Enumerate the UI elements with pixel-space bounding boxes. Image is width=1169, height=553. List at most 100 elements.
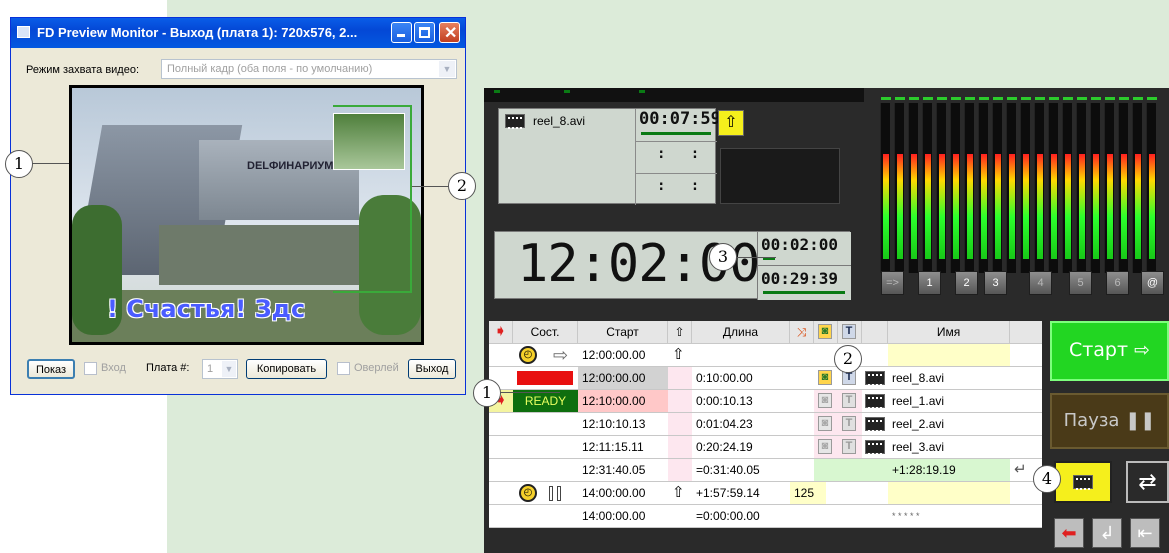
row-name: reel_3.avi (892, 440, 945, 454)
col-state[interactable]: Сост. (513, 321, 578, 343)
channel-button-6[interactable]: 6 (1106, 271, 1129, 295)
playout-panel: reel_8.avi 00:07:59 : : : : ⇧ 12:02:00 0… (484, 88, 1169, 553)
jump-left-button[interactable]: ⬅ (1054, 518, 1084, 548)
building-sign: DELФИНАРИУМ (247, 160, 334, 172)
overlay-checkbox-label: Оверлей (354, 362, 399, 374)
row-name: reel_1.avi (892, 394, 945, 408)
input-checkbox[interactable] (84, 362, 97, 375)
logo-icon[interactable]: ◙ (818, 370, 832, 385)
remaining-progress (641, 132, 711, 135)
video-preview: DELФИНАРИУМ ! Счастья! Здс (69, 85, 424, 345)
row-start: 12:00:00.00 (582, 348, 646, 362)
t-icon[interactable]: T (842, 416, 856, 431)
channel-button-2[interactable]: 2 (955, 271, 978, 295)
callout-marker: 1 (5, 150, 33, 178)
app-icon (17, 26, 30, 38)
maximize-button[interactable] (414, 22, 435, 43)
pause-button[interactable]: Пауза ❚❚ (1050, 393, 1169, 449)
callout-marker: 1 (473, 379, 501, 407)
row-start: 12:31:40.05 (582, 463, 646, 477)
row-name: reel_2.avi (892, 417, 945, 431)
current-clip-panel: reel_8.avi 00:07:59 : : : : (498, 108, 721, 205)
table-row[interactable]: 12:11:15.11 0:20:24.19 ◙ T reel_3.avi (489, 436, 1042, 459)
preview-monitor-window: FD Preview Monitor - Выход (плата 1): 72… (10, 17, 466, 395)
exit-button[interactable]: Выход (408, 359, 456, 379)
film-icon (865, 440, 885, 455)
board-select[interactable]: 1 ▼ (202, 359, 238, 379)
col-length[interactable]: Длина (692, 321, 790, 343)
film-icon (505, 114, 525, 129)
channel-button-4[interactable]: 4 (1029, 271, 1052, 295)
row-extra: 125 (790, 482, 826, 504)
channel-button-route[interactable]: => (881, 271, 904, 295)
t-icon[interactable]: T (842, 439, 856, 454)
pause-icon (549, 486, 553, 501)
capture-mode-value: Полный кадр (оба поля - по умолчанию) (167, 63, 373, 75)
overlay-checkbox[interactable] (337, 362, 350, 375)
table-row[interactable]: ➧ READY 12:10:00.00 0:00:10.13 ◙ T reel_… (489, 390, 1042, 413)
channel-button-at[interactable]: @ (1141, 271, 1164, 295)
row-start: 12:00:00.00 (578, 367, 668, 389)
row-start: 12:10:00.00 (578, 390, 668, 412)
row-length: +1:57:59.14 (696, 486, 760, 500)
swap-button[interactable]: ⇄ (1126, 461, 1169, 503)
row-name: +1:28:19.19 (888, 459, 1010, 481)
return-button[interactable]: ↲ (1092, 518, 1122, 548)
clock-icon: ◴ (519, 346, 537, 364)
start-button[interactable]: Старт ⇨ (1050, 321, 1169, 381)
col-name[interactable]: Имя (888, 321, 1010, 343)
film-icon (865, 371, 885, 386)
pause-label: Пауза (1063, 410, 1120, 431)
row-start: 14:00:00.00 (582, 486, 646, 500)
col-start[interactable]: Старт (578, 321, 668, 343)
input-checkbox-label: Вход (101, 362, 126, 374)
row-length: 0:00:10.13 (696, 394, 753, 408)
capture-mode-select[interactable]: Полный кадр (оба поля - по умолчанию) ▼ (161, 59, 457, 79)
channel-button-1[interactable]: 1 (918, 271, 941, 295)
table-row[interactable]: ◴ 14:00:00.00 ⇧ +1:57:59.14 125 (489, 482, 1042, 505)
pause-icon: ❚❚ (1125, 410, 1156, 431)
table-row[interactable]: 14:00:00.00 =0:00:00.00 * * * * * (489, 505, 1042, 528)
table-row[interactable]: 12:31:40.05 =0:31:40.05 +1:28:19.19 ↵ (489, 459, 1042, 482)
row-start: 12:11:15.11 (582, 440, 644, 454)
video-caption: ! Счастья! Здс (107, 295, 306, 323)
table-row[interactable]: 12:10:10.13 0:01:04.23 ◙ T reel_2.avi (489, 413, 1042, 436)
film-mode-button[interactable] (1054, 461, 1112, 503)
channel-button-5[interactable]: 5 (1069, 271, 1092, 295)
logo-icon[interactable]: ◙ (818, 393, 832, 408)
minimize-button[interactable] (391, 22, 412, 43)
logo-icon[interactable]: ◙ (818, 416, 832, 431)
row-length: 0:01:04.23 (696, 417, 753, 431)
close-icon: ✕ (444, 25, 458, 42)
window-titlebar[interactable]: FD Preview Monitor - Выход (плата 1): 72… (11, 18, 465, 48)
callout-marker: 4 (1033, 465, 1061, 493)
up-arrow-button[interactable]: ⇧ (718, 110, 744, 136)
close-button[interactable]: ✕ (439, 22, 460, 43)
t-icon[interactable]: T (842, 393, 856, 408)
table-row[interactable]: ◴ ⇨ 12:00:00.00 ⇧ (489, 344, 1042, 367)
current-clip-remaining: 00:07:59 (639, 109, 721, 129)
row-length: 0:10:00.00 (696, 371, 753, 385)
callout-marker: 2 (448, 172, 476, 200)
film-icon (865, 417, 885, 432)
status-bar (517, 371, 573, 385)
film-icon (865, 394, 885, 409)
callout-marker: 2 (834, 345, 862, 373)
step-back-button[interactable]: ⇤ (1130, 518, 1160, 548)
channel-button-3[interactable]: 3 (984, 271, 1007, 295)
up-arrow-icon: ⇧ (668, 321, 692, 343)
show-button[interactable]: Показ (27, 359, 75, 379)
up-arrow-icon: ⇧ (672, 346, 685, 363)
board-label: Плата #: (146, 362, 190, 374)
up-arrow-icon: ⇧ (672, 484, 685, 501)
logo-icon[interactable]: ◙ (818, 439, 832, 454)
row-start: 12:10:10.13 (582, 417, 646, 431)
clock-panel: 12:02:00 00:02:00 00:29:39 (494, 231, 851, 300)
table-row[interactable]: 12:00:00.00 0:10:00.00 ◙ T reel_8.avi (489, 367, 1042, 390)
board-value: 1 (207, 363, 214, 375)
chevron-down-icon: ▼ (439, 61, 455, 77)
copy-button[interactable]: Копировать (246, 359, 327, 379)
t-column-icon: T (842, 324, 856, 339)
arrow-right-icon: ⇨ (1134, 339, 1151, 361)
row-length: 0:20:24.19 (696, 440, 753, 454)
